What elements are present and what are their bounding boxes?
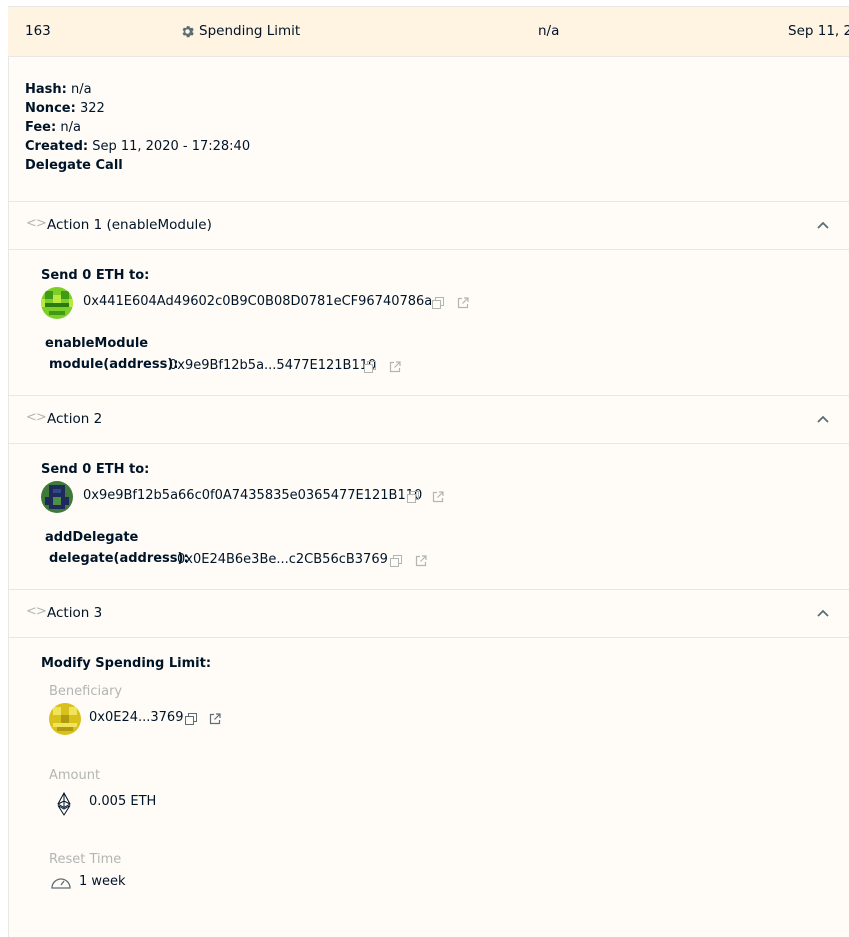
action-2-param-label: delegate(address): bbox=[49, 551, 189, 566]
transaction-row[interactable]: 163 Spending Limit n/a Sep 11, 20 bbox=[8, 6, 849, 57]
action-1-param-label: module(address): bbox=[49, 357, 179, 372]
hash-line: Hash: n/a bbox=[25, 82, 92, 97]
action-1-method: enableModule bbox=[45, 336, 149, 351]
chevron-up-icon[interactable] bbox=[816, 218, 830, 232]
created-line: Created: Sep 11, 2020 - 17:28:40 bbox=[25, 139, 250, 154]
code-icon: <> bbox=[26, 216, 47, 231]
beneficiary-address: 0x0E24...3769 bbox=[89, 710, 184, 725]
external-link-icon[interactable] bbox=[209, 713, 221, 725]
tx-date: Sep 11, 20 bbox=[788, 23, 849, 39]
tx-type-label: Spending Limit bbox=[199, 23, 301, 39]
action-3-header[interactable]: <> Action 3 bbox=[8, 590, 849, 637]
nonce-line: Nonce: 322 bbox=[25, 101, 105, 116]
gear-icon bbox=[182, 26, 194, 38]
action-1-header[interactable]: <> Action 1 (enableModule) bbox=[8, 202, 849, 249]
action-1-send-label: Send 0 ETH to: bbox=[41, 268, 150, 283]
operation-value: Delegate Call bbox=[25, 158, 123, 173]
nonce-label: Nonce: bbox=[25, 101, 76, 116]
action-2-to-address: 0x9e9Bf12b5a66c0f0A7435835e0365477E121B1… bbox=[83, 488, 423, 503]
created-value: Sep 11, 2020 - 17:28:40 bbox=[92, 139, 251, 154]
hash-label: Hash: bbox=[25, 82, 67, 97]
code-icon: <> bbox=[26, 604, 47, 619]
action-3-title: Action 3 bbox=[47, 605, 103, 621]
operation-line: Delegate Call bbox=[25, 158, 123, 173]
created-label: Created: bbox=[25, 139, 89, 154]
action-2-header[interactable]: <> Action 2 bbox=[8, 396, 849, 443]
amount-value: 0.005 ETH bbox=[89, 794, 157, 809]
action-1-title: Action 1 (enableModule) bbox=[47, 217, 212, 233]
ethereum-icon bbox=[57, 792, 71, 816]
divider bbox=[8, 443, 849, 444]
hash-value: n/a bbox=[70, 82, 92, 97]
divider bbox=[8, 249, 849, 250]
divider bbox=[8, 637, 849, 638]
chevron-up-icon[interactable] bbox=[816, 412, 830, 426]
external-link-icon[interactable] bbox=[389, 361, 401, 373]
address-identicon bbox=[49, 703, 81, 735]
address-identicon bbox=[41, 481, 73, 513]
copy-icon[interactable] bbox=[432, 297, 444, 309]
action-3-heading: Modify Spending Limit: bbox=[41, 656, 212, 671]
reset-time-label: Reset Time bbox=[49, 852, 122, 867]
action-2-send-label: Send 0 ETH to: bbox=[41, 462, 150, 477]
copy-icon[interactable] bbox=[407, 491, 419, 503]
beneficiary-label: Beneficiary bbox=[49, 684, 123, 699]
amount-label: Amount bbox=[49, 768, 101, 783]
tx-amount: n/a bbox=[538, 23, 560, 39]
action-2-title: Action 2 bbox=[47, 411, 103, 427]
nonce-value: 322 bbox=[79, 101, 105, 116]
action-2-param-value: 0x0E24B6e3Be...c2CB56cB3769 bbox=[177, 552, 388, 567]
chevron-up-icon[interactable] bbox=[816, 606, 830, 620]
reset-time-value: 1 week bbox=[79, 874, 126, 889]
address-identicon bbox=[41, 287, 73, 319]
fee-line: Fee: n/a bbox=[25, 120, 81, 135]
external-link-icon[interactable] bbox=[457, 297, 469, 309]
tx-nonce: 163 bbox=[25, 23, 51, 39]
fee-value: n/a bbox=[60, 120, 81, 135]
copy-icon[interactable] bbox=[390, 555, 402, 567]
copy-icon[interactable] bbox=[364, 361, 376, 373]
action-1-to-address: 0x441E604Ad49602c0B9C0B08D0781eCF9674078… bbox=[83, 294, 433, 309]
external-link-icon[interactable] bbox=[432, 491, 444, 503]
gauge-icon bbox=[51, 878, 71, 889]
copy-icon[interactable] bbox=[185, 713, 197, 725]
action-1-param-value: 0x9e9Bf12b5a...5477E121B110 bbox=[169, 358, 377, 373]
external-link-icon[interactable] bbox=[415, 555, 427, 567]
action-2-method: addDelegate bbox=[45, 530, 139, 545]
code-icon: <> bbox=[26, 410, 47, 425]
fee-label: Fee: bbox=[25, 120, 57, 135]
